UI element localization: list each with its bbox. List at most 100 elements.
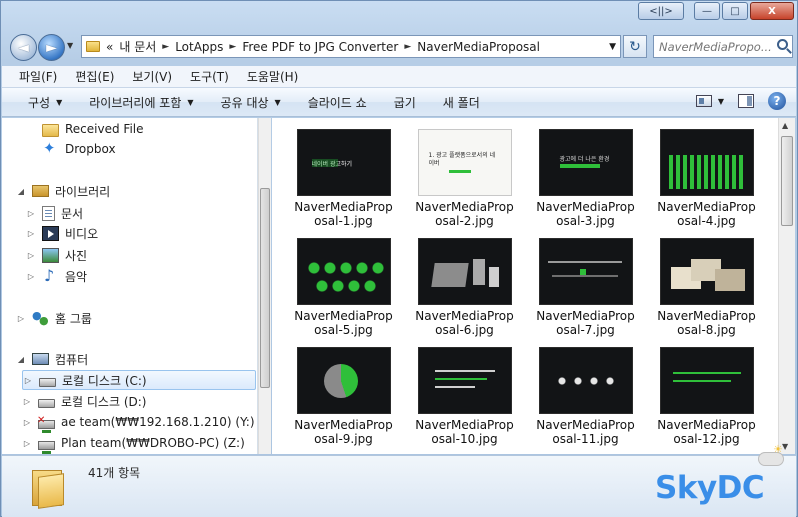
tree-expander[interactable]: ◢ <box>16 187 26 196</box>
scroll-up-icon[interactable]: ▲ <box>782 121 788 130</box>
help-icon[interactable]: ? <box>768 92 786 110</box>
tree-expander[interactable]: ▷ <box>26 272 36 281</box>
tree-item-local-disk-d[interactable]: ▷ 로컬 디스크 (D:) <box>22 391 147 411</box>
address-bar[interactable]: « 내 문서 ► LotApps ► Free PDF to JPG Conve… <box>81 35 621 58</box>
burn-button[interactable]: 굽기 <box>382 94 431 111</box>
image-thumbnail <box>417 347 512 414</box>
nav-history-button[interactable]: <||> <box>638 2 684 20</box>
back-button[interactable]: ◄ <box>10 34 37 61</box>
breadcrumb-lotapps[interactable]: LotApps <box>175 40 223 54</box>
maximize-button[interactable]: □ <box>722 2 748 20</box>
search-input[interactable] <box>659 39 771 54</box>
file-name: NaverMediaProposal-9.jpg <box>294 418 393 446</box>
tree-item-libraries[interactable]: ◢ 라이브러리 <box>16 181 110 201</box>
caption-buttons: <||> — □ X <box>638 2 794 20</box>
image-thumbnail: 네이버 광고하기 <box>296 129 391 196</box>
scroll-down-icon[interactable]: ▼ <box>782 442 788 451</box>
slide-line <box>551 275 618 277</box>
slide-highlight <box>672 380 731 382</box>
network-drive-icon <box>38 440 55 454</box>
command-bar-right: ▼ ? <box>695 92 786 110</box>
change-view-icon[interactable] <box>695 95 712 107</box>
breadcrumb-my-documents[interactable]: 내 문서 <box>119 38 156 55</box>
include-in-library-button[interactable]: 라이브러리에 포함 ▼ <box>77 94 208 111</box>
image-thumbnail <box>538 347 633 414</box>
breadcrumb-separator[interactable]: ► <box>229 42 236 52</box>
tree-item-received-file[interactable]: Received File <box>26 119 144 139</box>
refresh-button[interactable]: ↻ <box>623 35 647 58</box>
navigation-scrollbar[interactable] <box>258 118 271 454</box>
search-icon[interactable] <box>777 39 788 50</box>
close-button[interactable]: X <box>750 2 794 20</box>
menu-help[interactable]: 도움말(H) <box>238 68 308 85</box>
navigation-row: ◄ ► ▼ « 내 문서 ► LotApps ► Free PDF to JPG… <box>7 31 793 63</box>
forward-button[interactable]: ► <box>38 34 65 61</box>
file-list-scrollbar[interactable]: ▲ ▼ <box>778 118 795 454</box>
tree-expander[interactable]: ▷ <box>16 314 26 323</box>
tree-expander[interactable]: ▷ <box>26 229 36 238</box>
slide-text: 광고에 더 나은 환경 <box>559 156 610 163</box>
file-tile[interactable]: NaverMediaProposal-12.jpg <box>654 339 759 446</box>
device-graphic <box>488 267 499 287</box>
tree-item-music[interactable]: ▷ 음악 <box>26 266 87 286</box>
tree-item-documents[interactable]: ▷ 문서 <box>26 203 83 223</box>
breadcrumb-separator[interactable]: ► <box>404 42 411 52</box>
tree-item-label: 컴퓨터 <box>55 352 89 367</box>
tree-expander[interactable]: ▷ <box>22 397 32 406</box>
preview-pane-icon[interactable] <box>738 94 754 108</box>
tree-expander[interactable]: ▷ <box>26 209 36 218</box>
file-tile[interactable]: NaverMediaProposal-4.jpg <box>654 121 759 228</box>
file-tile[interactable]: NaverMediaProposal-9.jpg <box>291 339 396 446</box>
folder-icon <box>86 41 100 52</box>
tree-expander[interactable]: ▷ <box>22 418 32 427</box>
slide-highlight <box>672 372 741 374</box>
tree-expander[interactable]: ▷ <box>22 439 32 448</box>
slide-line <box>434 386 475 388</box>
file-name: NaverMediaProposal-3.jpg <box>536 200 635 228</box>
recent-pages-dropdown[interactable]: ▼ <box>67 41 73 50</box>
slide-highlight <box>448 170 471 173</box>
cmd-label: 공유 대상 <box>220 95 269 110</box>
tree-item-homegroup[interactable]: ▷ 홈 그룹 <box>16 308 92 328</box>
file-tile[interactable]: NaverMediaProposal-5.jpg <box>291 230 396 337</box>
menu-tools[interactable]: 도구(T) <box>181 68 238 85</box>
share-with-button[interactable]: 공유 대상 ▼ <box>209 94 296 111</box>
tree-item-pictures[interactable]: ▷ 사진 <box>26 245 87 265</box>
scrollbar-thumb[interactable] <box>260 188 270 388</box>
tree-item-computer[interactable]: ◢ 컴퓨터 <box>16 349 88 369</box>
slideshow-button[interactable]: 슬라이드 쇼 <box>296 94 382 111</box>
explorer-window: <||> — □ X ◄ ► ▼ « 내 문서 ► LotApps ► Free… <box>0 0 798 517</box>
file-tile[interactable]: NaverMediaProposal-7.jpg <box>533 230 638 337</box>
breadcrumb-separator[interactable]: ► <box>162 42 169 52</box>
file-name: NaverMediaProposal-2.jpg <box>415 200 514 228</box>
minimize-button[interactable]: — <box>694 2 720 20</box>
view-options-dropdown[interactable]: ▼ <box>718 97 724 106</box>
search-box[interactable] <box>653 35 793 58</box>
file-tile[interactable]: NaverMediaProposal-10.jpg <box>412 339 517 446</box>
menu-view[interactable]: 보기(V) <box>123 68 181 85</box>
scrollbar-thumb[interactable] <box>781 136 793 226</box>
address-dropdown[interactable]: ▼ <box>609 42 616 52</box>
tree-item-dropbox[interactable]: Dropbox <box>26 139 116 159</box>
tree-expander[interactable]: ▷ <box>23 376 33 385</box>
image-thumbnail <box>296 347 391 414</box>
tree-item-local-disk-c[interactable]: ▷ 로컬 디스크 (C:) <box>22 370 256 390</box>
organize-button[interactable]: 구성 ▼ <box>16 94 77 111</box>
file-tile[interactable]: 광고에 더 나은 환경 NaverMediaProposal-3.jpg <box>533 121 638 228</box>
tree-item-network-drive-z[interactable]: ▷ Plan team(₩₩DROBO-PC) (Z:) <box>22 433 245 454</box>
file-tile[interactable]: 네이버 광고하기 NaverMediaProposal-1.jpg <box>291 121 396 228</box>
file-tile[interactable]: NaverMediaProposal-6.jpg <box>412 230 517 337</box>
tree-expander[interactable]: ▷ <box>26 251 36 260</box>
address-overflow[interactable]: « <box>106 40 113 54</box>
tree-expander[interactable]: ◢ <box>16 355 26 364</box>
file-tile[interactable]: NaverMediaProposal-11.jpg <box>533 339 638 446</box>
tree-item-videos[interactable]: ▷ 비디오 <box>26 223 98 243</box>
new-folder-button[interactable]: 새 폴더 <box>431 94 495 111</box>
breadcrumb-converter[interactable]: Free PDF to JPG Converter <box>242 40 398 54</box>
tree-item-network-drive-y[interactable]: ▷ ae team(₩₩192.168.1.210) (Y:) <box>22 412 255 433</box>
menu-file[interactable]: 파일(F) <box>10 68 66 85</box>
breadcrumb-current-folder[interactable]: NaverMediaProposal <box>417 40 540 54</box>
file-tile[interactable]: 1. 광고 플랫폼으로서의 네이버 NaverMediaProposal-2.j… <box>412 121 517 228</box>
menu-edit[interactable]: 편집(E) <box>66 68 123 85</box>
file-tile[interactable]: NaverMediaProposal-8.jpg <box>654 230 759 337</box>
